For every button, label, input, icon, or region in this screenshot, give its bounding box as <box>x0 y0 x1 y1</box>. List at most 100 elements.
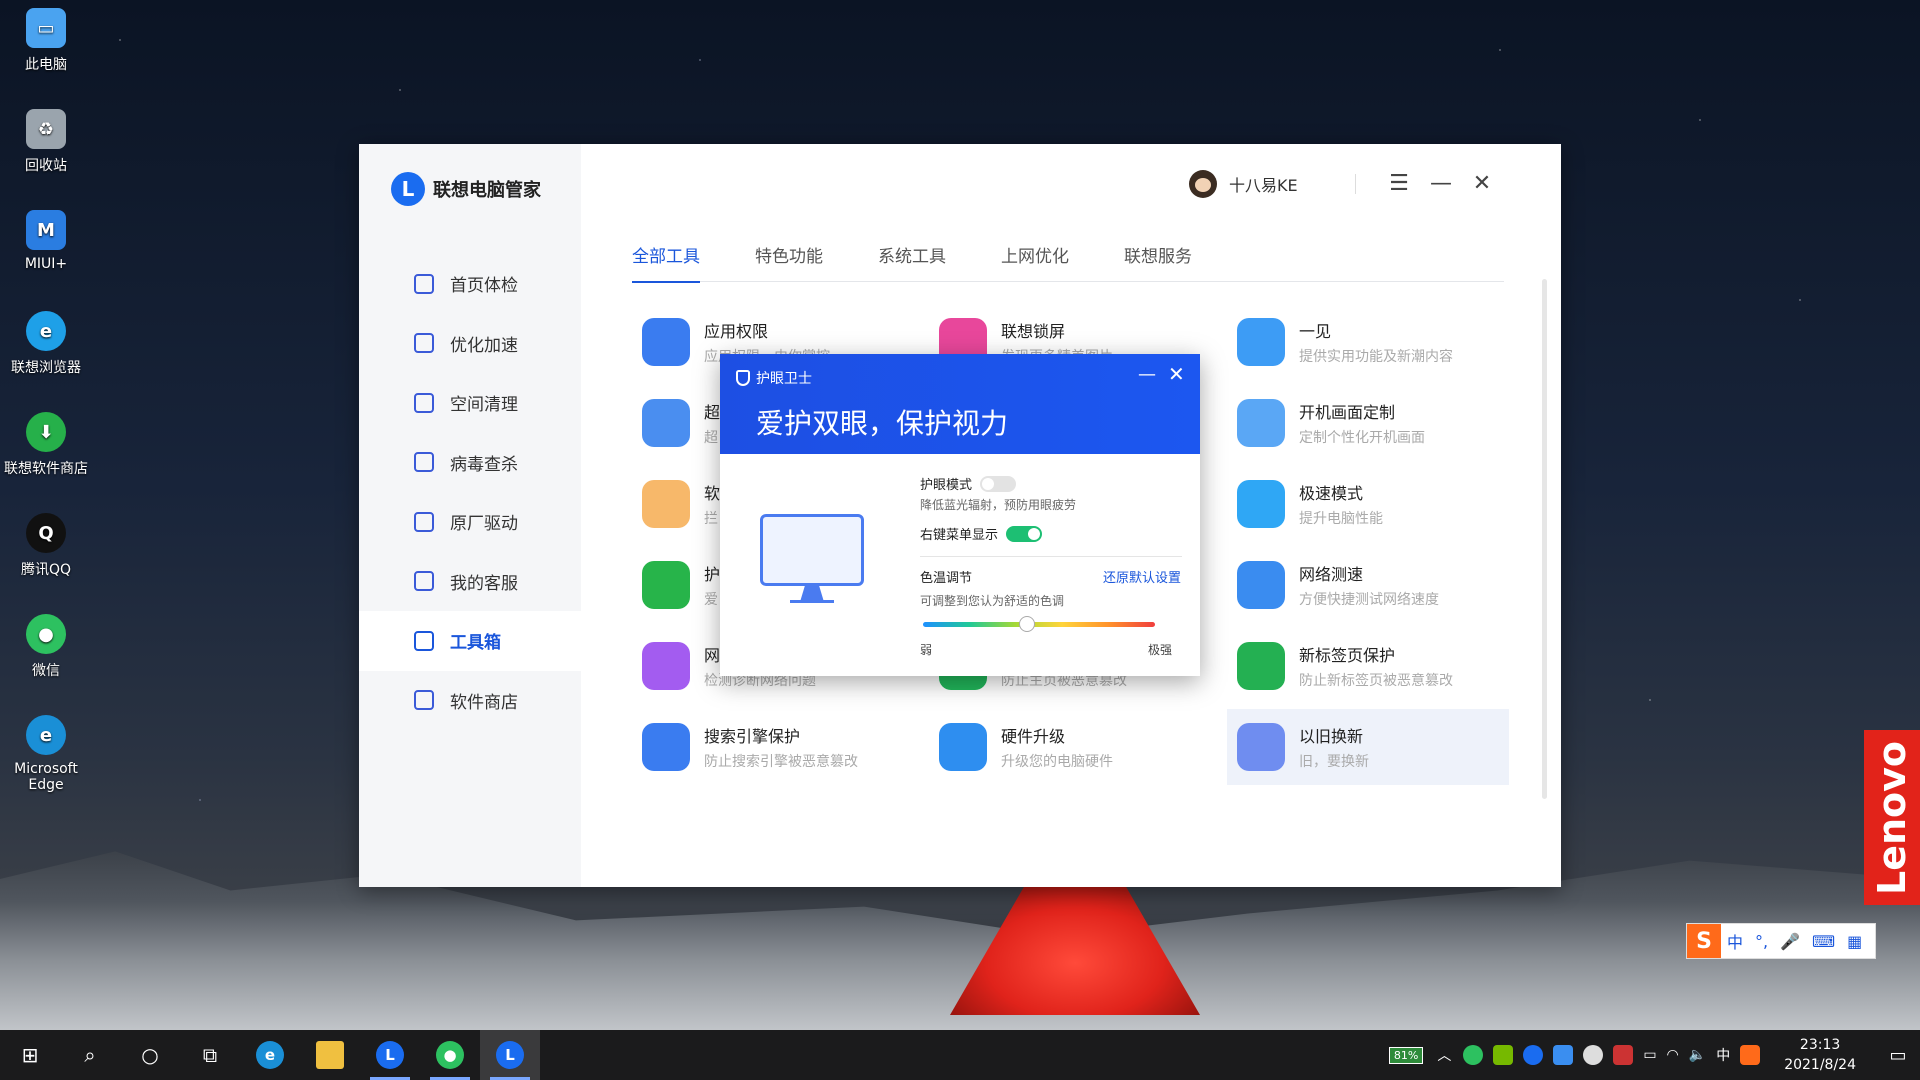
desktop-icon-recycle-bin[interactable]: ♻ 回收站 <box>0 109 92 210</box>
menu-button[interactable]: ☰ <box>1384 168 1414 198</box>
grid-menu-icon[interactable]: ▦ <box>1847 932 1862 951</box>
tab-all-tools[interactable]: 全部工具 <box>632 242 700 283</box>
taskbar-file-explorer[interactable] <box>300 1030 360 1080</box>
qq-penguin-icon: Q <box>26 513 66 553</box>
battery-icon[interactable]: ▭ <box>1643 1047 1656 1063</box>
dialog-slogan: 爱护双眼，保护视力 <box>756 407 1009 440</box>
wallpaper-tent <box>950 885 1200 1015</box>
taskbar: ⊞ ⌕ ○ ⧉ e L ● L 81% ︿ ▭ ◠ 🔈 中 23:13 2021… <box>0 1030 1920 1080</box>
clock[interactable]: 23:13 2021/8/24 <box>1784 1035 1856 1075</box>
sidebar-item-optimize[interactable]: 优化加速 <box>359 314 581 374</box>
taskbar-eye-care[interactable]: L <box>480 1030 540 1080</box>
sidebar-item-toolbox[interactable]: 工具箱 <box>359 611 581 671</box>
tab-network-optimize[interactable]: 上网优化 <box>1001 242 1069 282</box>
cloud-icon[interactable] <box>1583 1045 1604 1065</box>
color-temp-label: 色温调节 <box>920 571 973 586</box>
battery-indicator[interactable]: 81% <box>1388 1046 1424 1064</box>
browser-icon: e <box>26 311 66 351</box>
notification-button[interactable]: ▭ <box>1876 1030 1920 1080</box>
task-view-button[interactable]: ⧉ <box>180 1030 240 1080</box>
slider-max-label: 极强 <box>1148 643 1173 657</box>
tool-item[interactable]: 硬件升级 升级您的电脑硬件 <box>929 709 1211 785</box>
desktop-icon-wechat[interactable]: ● 微信 <box>0 614 92 715</box>
lock-icon <box>642 318 690 366</box>
ime-chinese-mode[interactable]: 中 <box>1727 929 1743 953</box>
color-temp-slider[interactable] <box>923 616 1155 632</box>
app-brand: L 联想电脑管家 <box>391 172 541 206</box>
chevron-up-icon[interactable]: ︿ <box>1437 1045 1451 1065</box>
taskbar-edge[interactable]: e <box>240 1030 300 1080</box>
sogou-tray-icon[interactable] <box>1740 1045 1761 1065</box>
cortana-button[interactable]: ○ <box>120 1030 180 1080</box>
nvidia-icon[interactable] <box>1493 1045 1514 1065</box>
scrollbar[interactable] <box>1542 279 1547 799</box>
wifi-icon[interactable]: ◠ <box>1667 1047 1679 1063</box>
chat-bubble-icon <box>1237 318 1285 366</box>
sidebar-item-support[interactable]: 我的客服 <box>359 552 581 612</box>
close-icon: ✕ <box>1472 170 1492 196</box>
sidebar-item-antivirus[interactable]: 病毒查杀 <box>359 433 581 493</box>
reset-default-link[interactable]: 还原默认设置 <box>1103 567 1181 586</box>
user-name: 十八易KE <box>1229 176 1298 195</box>
eye-care-dialog: 护眼卫士 爱护双眼，保护视力 — ✕ 护眼模式 降低蓝光辐射，预防用眼疲劳 右键… <box>720 354 1200 676</box>
wechat-tray-icon[interactable] <box>1463 1045 1484 1065</box>
tool-description: 超 <box>704 430 718 446</box>
tool-item[interactable]: 一见 提供实用功能及新潮内容 <box>1227 304 1509 380</box>
sidebar-item-software-store[interactable]: 软件商店 <box>359 671 581 731</box>
bookmark-icon <box>1237 642 1285 690</box>
tool-description: 旧，要换新 <box>1299 754 1369 770</box>
slider-thumb[interactable] <box>1019 616 1036 632</box>
lenovo-tray-icon[interactable] <box>1523 1045 1544 1065</box>
headset-icon <box>414 571 434 592</box>
taskbar-wechat[interactable]: ● <box>420 1030 480 1080</box>
tab-system-tools[interactable]: 系统工具 <box>878 242 946 282</box>
dialog-title: 护眼卫士 <box>736 368 812 388</box>
start-button[interactable]: ⊞ <box>0 1030 60 1080</box>
toolbox-tabs: 全部工具 特色功能 系统工具 上网优化 联想服务 <box>632 242 1504 283</box>
desktop-icon-this-pc[interactable]: ▭ 此电脑 <box>0 8 92 109</box>
qq-tray-icon[interactable] <box>1613 1045 1634 1065</box>
tab-lenovo-services[interactable]: 联想服务 <box>1124 242 1192 282</box>
toolbox-icon <box>414 630 434 651</box>
folder-icon <box>316 1041 344 1069</box>
minimize-button[interactable]: — <box>1426 168 1456 198</box>
tab-featured[interactable]: 特色功能 <box>755 242 823 282</box>
upload-box-icon <box>414 511 434 532</box>
dialog-close-button[interactable]: ✕ <box>1168 362 1185 386</box>
microphone-icon[interactable]: 🎤 <box>1780 932 1800 951</box>
tool-item[interactable]: 以旧换新 旧，要换新 <box>1227 709 1509 785</box>
eye-mode-toggle[interactable] <box>980 475 1017 492</box>
tool-name: 新标签页保护 <box>1299 646 1396 665</box>
desktop-icon-qq[interactable]: Q 腾讯QQ <box>0 513 92 614</box>
lightning-icon <box>1237 480 1285 528</box>
desktop-icon-lenovo-browser[interactable]: e 联想浏览器 <box>0 311 92 412</box>
defender-icon[interactable] <box>1553 1045 1574 1065</box>
tool-description: 防止新标签页被恶意篡改 <box>1299 673 1453 689</box>
eye-mode-label: 护眼模式 <box>920 478 973 493</box>
context-menu-toggle[interactable] <box>1006 525 1043 542</box>
close-button[interactable]: ✕ <box>1467 168 1497 198</box>
ime-language[interactable]: 中 <box>1716 1045 1730 1065</box>
tool-item[interactable]: 新标签页保护防止新标签页被恶意篡改 <box>1227 628 1509 704</box>
tool-name: 开机画面定制 <box>1299 403 1396 422</box>
tool-text: 超超 <box>704 399 720 447</box>
tool-item[interactable]: 极速模式 提升电脑性能 <box>1227 466 1509 542</box>
tool-item[interactable]: 开机画面定制 定制个性化开机画面 <box>1227 385 1509 461</box>
taskbar-lenovo-manager[interactable]: L <box>360 1030 420 1080</box>
search-button[interactable]: ⌕ <box>60 1030 120 1080</box>
user-account[interactable]: 十八易KE <box>1189 170 1298 198</box>
desktop-icon-lenovo-store[interactable]: ⬇ 联想软件商店 <box>0 412 92 513</box>
desktop-icon-edge[interactable]: e Microsoft Edge <box>0 715 92 816</box>
tool-item[interactable]: 搜索引擎保护 防止搜索引擎被恶意篡改 <box>632 709 914 785</box>
sidebar-item-cleanup[interactable]: 空间清理 <box>359 373 581 433</box>
sidebar-item-checkup[interactable]: 首页体检 <box>359 254 581 314</box>
keyboard-icon[interactable]: ⌨ <box>1812 932 1835 951</box>
sidebar-item-drivers[interactable]: 原厂驱动 <box>359 492 581 552</box>
tool-text: 搜索引擎保护 防止搜索引擎被恶意篡改 <box>704 723 858 771</box>
volume-icon[interactable]: 🔈 <box>1689 1047 1706 1063</box>
tool-item[interactable]: 网络测速 方便快捷测试网络速度 <box>1227 547 1509 623</box>
miui-icon: M <box>26 210 66 250</box>
desktop-icon-miui[interactable]: M MIUI+ <box>0 210 92 311</box>
ime-punctuation[interactable]: °, <box>1755 932 1768 951</box>
dialog-minimize-button[interactable]: — <box>1138 364 1156 385</box>
